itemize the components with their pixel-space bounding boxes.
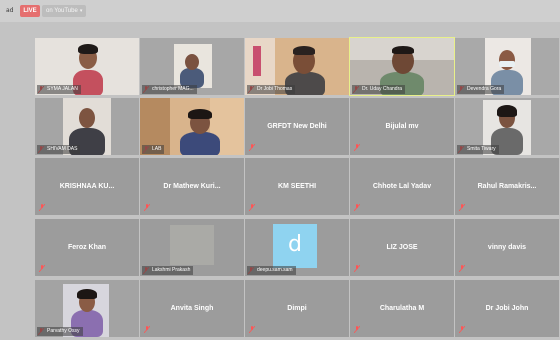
microphone-muted-icon [39, 204, 45, 211]
participant-tile-active-speaker[interactable]: Dr. Uday Chandra [349, 37, 455, 96]
participant-tile[interactable]: christopher MAG... [140, 38, 244, 95]
microphone-muted-icon [459, 326, 465, 333]
microphone-muted-icon [354, 326, 360, 333]
meeting-window: ad LIVE on YouTube ▾ SYMA JALAN christoph… [0, 0, 560, 340]
participant-tile[interactable]: KRISHNAA KU... [35, 158, 139, 215]
participant-name: Parvathy Ossy [37, 327, 83, 336]
participant-name: SHIVAM DAS [37, 145, 81, 154]
microphone-muted-icon [249, 204, 255, 211]
participant-tile[interactable]: Dr Mathew Kuri... [140, 158, 244, 215]
participant-tile[interactable]: Bijulal mv [350, 98, 454, 155]
participant-tile[interactable]: Dr Jobi Thomas [245, 38, 349, 95]
participant-name-large: Charulatha M [379, 305, 425, 312]
participant-name: deepu.sam.sam [247, 266, 296, 275]
participant-name-large: KM SEETHI [277, 183, 317, 190]
participant-name: Smita Tiwary [457, 145, 499, 154]
participant-name-large: vinny davis [487, 244, 527, 251]
participant-name-large: Feroz Khan [67, 244, 107, 251]
gallery-grid: SYMA JALAN christopher MAG... Dr Jobi Th… [35, 37, 559, 340]
participant-name: Dr. Uday Chandra [352, 85, 406, 94]
microphone-muted-icon [354, 204, 360, 211]
participant-tile[interactable]: Smita Tiwary [455, 98, 559, 155]
participant-tile[interactable]: LIZ JOSE [350, 219, 454, 276]
participant-tile[interactable]: Rahul Ramakris... [455, 158, 559, 215]
participant-tile[interactable]: Lakshmi Prakash [140, 219, 244, 276]
participant-tile[interactable]: KM SEETHI [245, 158, 349, 215]
participant-name: Lakshmi Prakash [142, 266, 194, 275]
microphone-muted-icon [249, 326, 255, 333]
participant-tile[interactable]: GRFDT New Delhi [245, 98, 349, 155]
microphone-muted-icon [144, 204, 150, 211]
participant-name-large: LIZ JOSE [386, 244, 418, 251]
chevron-down-icon: ▾ [79, 8, 83, 14]
participant-name-large: GRFDT New Delhi [267, 123, 327, 130]
microphone-muted-icon [354, 265, 360, 272]
participant-tile[interactable]: SHIVAM DAS [35, 98, 139, 155]
participant-name-large: Dimpi [287, 305, 307, 312]
participant-name: Dr Jobi Thomas [247, 85, 296, 94]
participant-tile[interactable]: Dr Jobi John [455, 280, 559, 337]
participant-tile[interactable]: d deepu.sam.sam [245, 219, 349, 276]
participant-name: christopher MAG... [142, 85, 197, 94]
participant-name: Devendra Gora [457, 85, 505, 94]
participant-tile[interactable]: Parvathy Ossy [35, 280, 139, 337]
microphone-muted-icon [249, 144, 255, 151]
top-toolbar: ad LIVE on YouTube ▾ [0, 0, 560, 22]
participant-avatar: d [273, 224, 317, 268]
stream-platform-dropdown[interactable]: on YouTube ▾ [42, 5, 87, 17]
live-badge[interactable]: LIVE [20, 5, 40, 17]
participant-tile[interactable]: Charulatha M [350, 280, 454, 337]
participant-tile[interactable]: SYMA JALAN [35, 38, 139, 95]
participant-name-large: KRISHNAA KU... [59, 183, 115, 190]
microphone-muted-icon [144, 326, 150, 333]
participant-tile[interactable]: LAB [140, 98, 244, 155]
participant-name-large: Dr Jobi John [485, 305, 529, 312]
microphone-muted-icon [459, 204, 465, 211]
toolbar-tag: ad [6, 7, 14, 14]
participant-name-large: Anvita Singh [170, 305, 214, 312]
participant-name-large: Rahul Ramakris... [477, 183, 537, 190]
participant-tile[interactable]: Anvita Singh [140, 280, 244, 337]
participant-tile[interactable]: Feroz Khan [35, 219, 139, 276]
participant-name-large: Bijulal mv [385, 123, 419, 130]
participant-tile[interactable]: Devendra Gora [455, 38, 559, 95]
stream-platform-label: on YouTube [46, 8, 78, 14]
participant-name: LAB [142, 145, 165, 154]
participant-name-large: Chhote Lal Yadav [372, 183, 432, 190]
participant-name-large: Dr Mathew Kuri... [163, 183, 221, 190]
participant-tile[interactable]: Chhote Lal Yadav [350, 158, 454, 215]
microphone-muted-icon [39, 265, 45, 272]
participant-tile[interactable]: vinny davis [455, 219, 559, 276]
microphone-muted-icon [459, 265, 465, 272]
participant-tile[interactable]: Dimpi [245, 280, 349, 337]
participant-name: SYMA JALAN [37, 85, 81, 94]
microphone-muted-icon [354, 144, 360, 151]
